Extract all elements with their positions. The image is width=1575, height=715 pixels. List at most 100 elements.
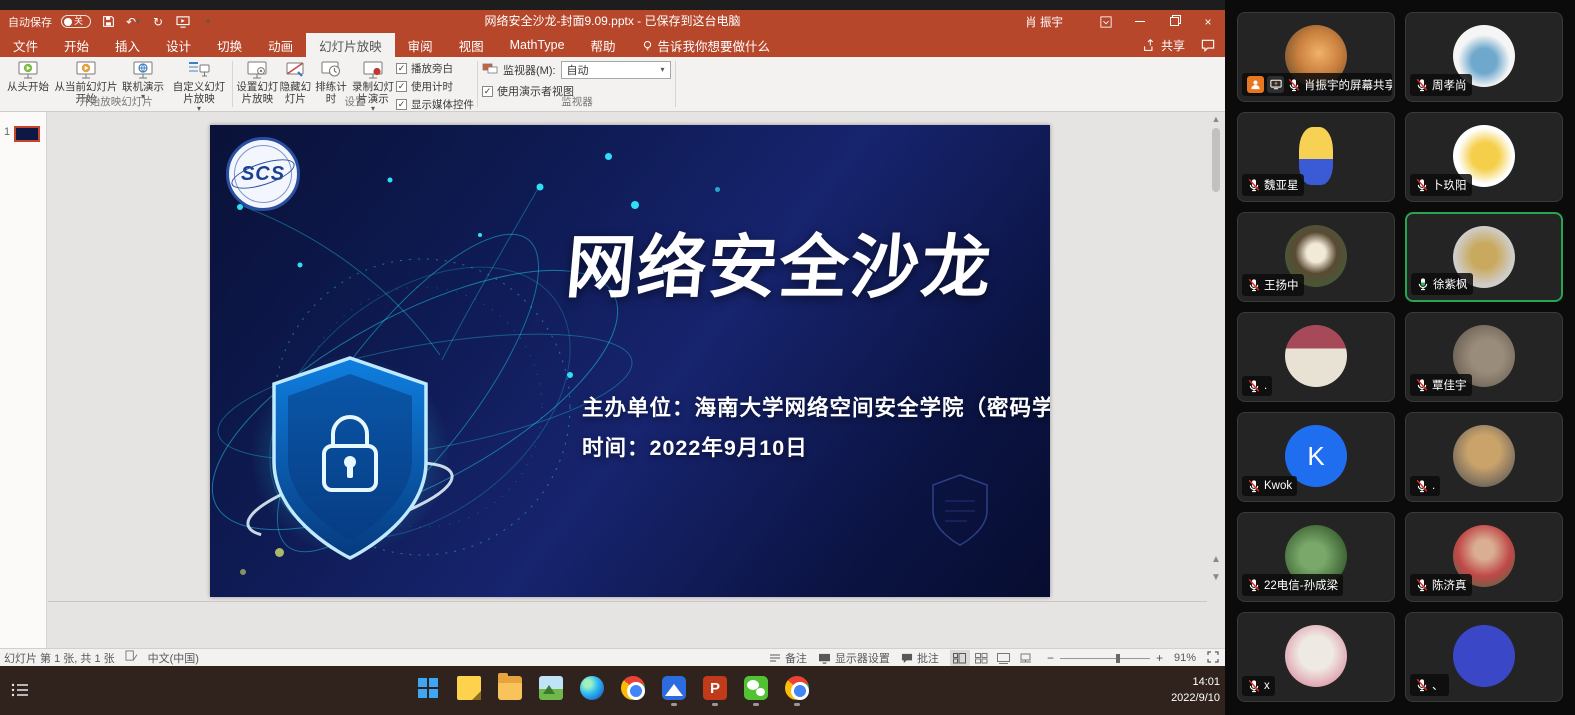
zoom-in-button[interactable]: + bbox=[1156, 651, 1163, 665]
zoom-slider[interactable] bbox=[1060, 658, 1150, 659]
taskbar-icon-chrome-browser-2[interactable] bbox=[781, 672, 813, 710]
slide-sorter-view-button[interactable] bbox=[972, 650, 992, 666]
language-indicator[interactable]: 中文(中国) bbox=[148, 650, 199, 666]
participant-tile[interactable]: x bbox=[1237, 612, 1395, 702]
taskbar-icon-file-explorer[interactable] bbox=[494, 672, 526, 710]
slideshow-view-button[interactable] bbox=[1016, 650, 1036, 666]
slide-thumbnail-panel[interactable]: 1 bbox=[0, 112, 47, 648]
tab-index-8[interactable]: 视图 bbox=[446, 33, 497, 57]
previous-slide-button[interactable]: ▲ bbox=[1209, 554, 1223, 570]
tab-index-6[interactable]: 幻灯片放映 bbox=[306, 33, 395, 57]
participant-tile[interactable]: 、 bbox=[1405, 612, 1563, 702]
display-settings-button[interactable]: 显示器设置 bbox=[818, 650, 890, 666]
tab-index-4[interactable]: 切换 bbox=[204, 33, 255, 57]
slide-organizer-line[interactable]: 主办单位：海南大学网络空间安全学院（密码学院） bbox=[582, 391, 1050, 422]
notes-divider[interactable] bbox=[48, 601, 1207, 602]
fit-to-window-icon[interactable] bbox=[1207, 651, 1219, 666]
next-slide-button[interactable]: ▼ bbox=[1209, 572, 1223, 588]
powerpoint-icon bbox=[703, 676, 727, 700]
taskbar-icon-chrome-browser[interactable] bbox=[617, 672, 649, 710]
tab-index-9[interactable]: MathType bbox=[497, 33, 578, 57]
participant-name: 王扬中 bbox=[1264, 277, 1299, 293]
scroll-up-arrow[interactable]: ▲ bbox=[1209, 114, 1223, 126]
share-button[interactable]: 共享 bbox=[1143, 37, 1185, 54]
minimize-button[interactable] bbox=[1123, 10, 1157, 33]
participant-grid: 肖振宇的屏幕共享周孝尚魏亚星卜玖阳王扬中徐紫枫.覃佳宇KKwok.22电信-孙成… bbox=[1237, 12, 1563, 702]
from-current-icon bbox=[74, 59, 98, 81]
tab-index-2[interactable]: 插入 bbox=[102, 33, 153, 57]
decor-dot bbox=[275, 548, 284, 557]
close-button[interactable]: × bbox=[1191, 10, 1225, 33]
taskbar-icon-photos-app[interactable] bbox=[535, 672, 567, 710]
participant-tile[interactable]: . bbox=[1237, 312, 1395, 402]
running-indicator bbox=[671, 703, 677, 706]
slide-canvas[interactable]: SCS 网络安全沙龙 主办单位：海南大学网络空间安全学院（密码学院） 时间：20… bbox=[210, 125, 1050, 597]
ribbon: 从头开始 从当前幻灯片开始 联机演示 ▾ bbox=[0, 57, 1225, 112]
taskbar-icon-sticky-notes[interactable] bbox=[453, 672, 485, 710]
monitor-dropdown[interactable]: 自动 ▾ bbox=[561, 61, 671, 79]
from-beginning-label: 从头开始 bbox=[7, 81, 49, 93]
share-icon bbox=[1143, 39, 1156, 52]
ribbon-display-options-icon[interactable] bbox=[1089, 10, 1123, 33]
participant-tile[interactable]: 覃佳宇 bbox=[1405, 312, 1563, 402]
monitor-value: 自动 bbox=[567, 62, 589, 78]
participant-tile[interactable]: 徐紫枫 bbox=[1405, 212, 1563, 302]
slide-thumbnail-1[interactable]: 1 bbox=[4, 126, 40, 142]
scrollbar-thumb[interactable] bbox=[1212, 128, 1220, 192]
zoom-out-button[interactable]: − bbox=[1047, 651, 1054, 665]
edge-browser-icon bbox=[580, 676, 604, 700]
vertical-scrollbar[interactable]: ▲ ▲ ▼ bbox=[1209, 112, 1223, 648]
setup-show-icon bbox=[245, 59, 269, 81]
from-beginning-button[interactable]: 从头开始 bbox=[2, 57, 54, 93]
muted-mic-icon bbox=[1415, 479, 1429, 493]
participant-tile[interactable]: 魏亚星 bbox=[1237, 112, 1395, 202]
tab-file[interactable]: 文件 bbox=[0, 33, 51, 57]
tab-index-3[interactable]: 设计 bbox=[153, 33, 204, 57]
slide-title[interactable]: 网络安全沙龙 bbox=[536, 211, 1025, 311]
taskbar-icon-powerpoint[interactable] bbox=[699, 672, 731, 710]
participant-avatar bbox=[1285, 325, 1347, 387]
normal-view-button[interactable] bbox=[950, 650, 970, 666]
taskbar-icon-wechat[interactable] bbox=[740, 672, 772, 710]
restore-button[interactable] bbox=[1157, 10, 1191, 33]
tab-index-10[interactable]: 帮助 bbox=[578, 33, 629, 57]
participant-tile[interactable]: 王扬中 bbox=[1237, 212, 1395, 302]
participant-tile[interactable]: 肖振宇的屏幕共享 bbox=[1237, 12, 1395, 102]
title-bar: 自动保存 关 ↶▾ ↻ ▾ 网络安全沙龙-封面9.09.pptx - 已保存到这… bbox=[0, 10, 1225, 33]
titlebar-controls: 肖 振宇 × bbox=[1025, 10, 1225, 33]
participant-name: Kwok bbox=[1264, 480, 1292, 492]
taskbar-icon-edge-browser[interactable] bbox=[576, 672, 608, 710]
narration-checkbox[interactable]: 播放旁白 bbox=[396, 61, 474, 76]
muted-mic-icon bbox=[1247, 178, 1261, 192]
participant-tile[interactable]: 陈济真 bbox=[1405, 512, 1563, 602]
tab-index-7[interactable]: 审阅 bbox=[395, 33, 446, 57]
zoom-percentage[interactable]: 91% bbox=[1174, 652, 1196, 664]
lightbulb-icon bbox=[642, 40, 653, 51]
participant-tile[interactable]: 卜玖阳 bbox=[1405, 112, 1563, 202]
participant-label: 肖振宇的屏幕共享 bbox=[1242, 73, 1392, 96]
participant-label: Kwok bbox=[1242, 476, 1297, 496]
slide-date-line[interactable]: 时间：2022年9月10日 bbox=[582, 431, 808, 462]
powerpoint-window: 自动保存 关 ↶▾ ↻ ▾ 网络安全沙龙-封面9.09.pptx - 已保存到这… bbox=[0, 0, 1225, 715]
zoom-slider-thumb[interactable] bbox=[1116, 654, 1120, 663]
comments-button[interactable]: 批注 bbox=[901, 650, 939, 666]
comments-icon[interactable] bbox=[1201, 39, 1215, 52]
participant-name: 卜玖阳 bbox=[1432, 177, 1467, 193]
tab-index-5[interactable]: 动画 bbox=[255, 33, 306, 57]
tab-tell-me[interactable]: 告诉我你想要做什么 bbox=[629, 33, 784, 57]
from-beginning-icon bbox=[16, 59, 40, 81]
participant-tile[interactable]: 周孝尚 bbox=[1405, 12, 1563, 102]
reading-view-button[interactable] bbox=[994, 650, 1014, 666]
taskbar-icon-start-button[interactable] bbox=[412, 672, 444, 710]
participant-tile[interactable]: . bbox=[1405, 412, 1563, 502]
spellcheck-icon[interactable] bbox=[125, 650, 138, 665]
group-separator bbox=[232, 61, 233, 107]
participant-avatar bbox=[1299, 127, 1333, 185]
participant-tile[interactable]: KKwok bbox=[1237, 412, 1395, 502]
participant-tile[interactable]: 22电信-孙成梁 bbox=[1237, 512, 1395, 602]
tab-index-1[interactable]: 开始 bbox=[51, 33, 102, 57]
taskbar-clock[interactable]: 14:01 2022/9/10 bbox=[1130, 675, 1220, 707]
timings-checkbox[interactable]: 使用计时 bbox=[396, 79, 474, 94]
taskbar-icon-meeting-app[interactable] bbox=[658, 672, 690, 710]
notes-button[interactable]: 备注 bbox=[769, 650, 807, 666]
